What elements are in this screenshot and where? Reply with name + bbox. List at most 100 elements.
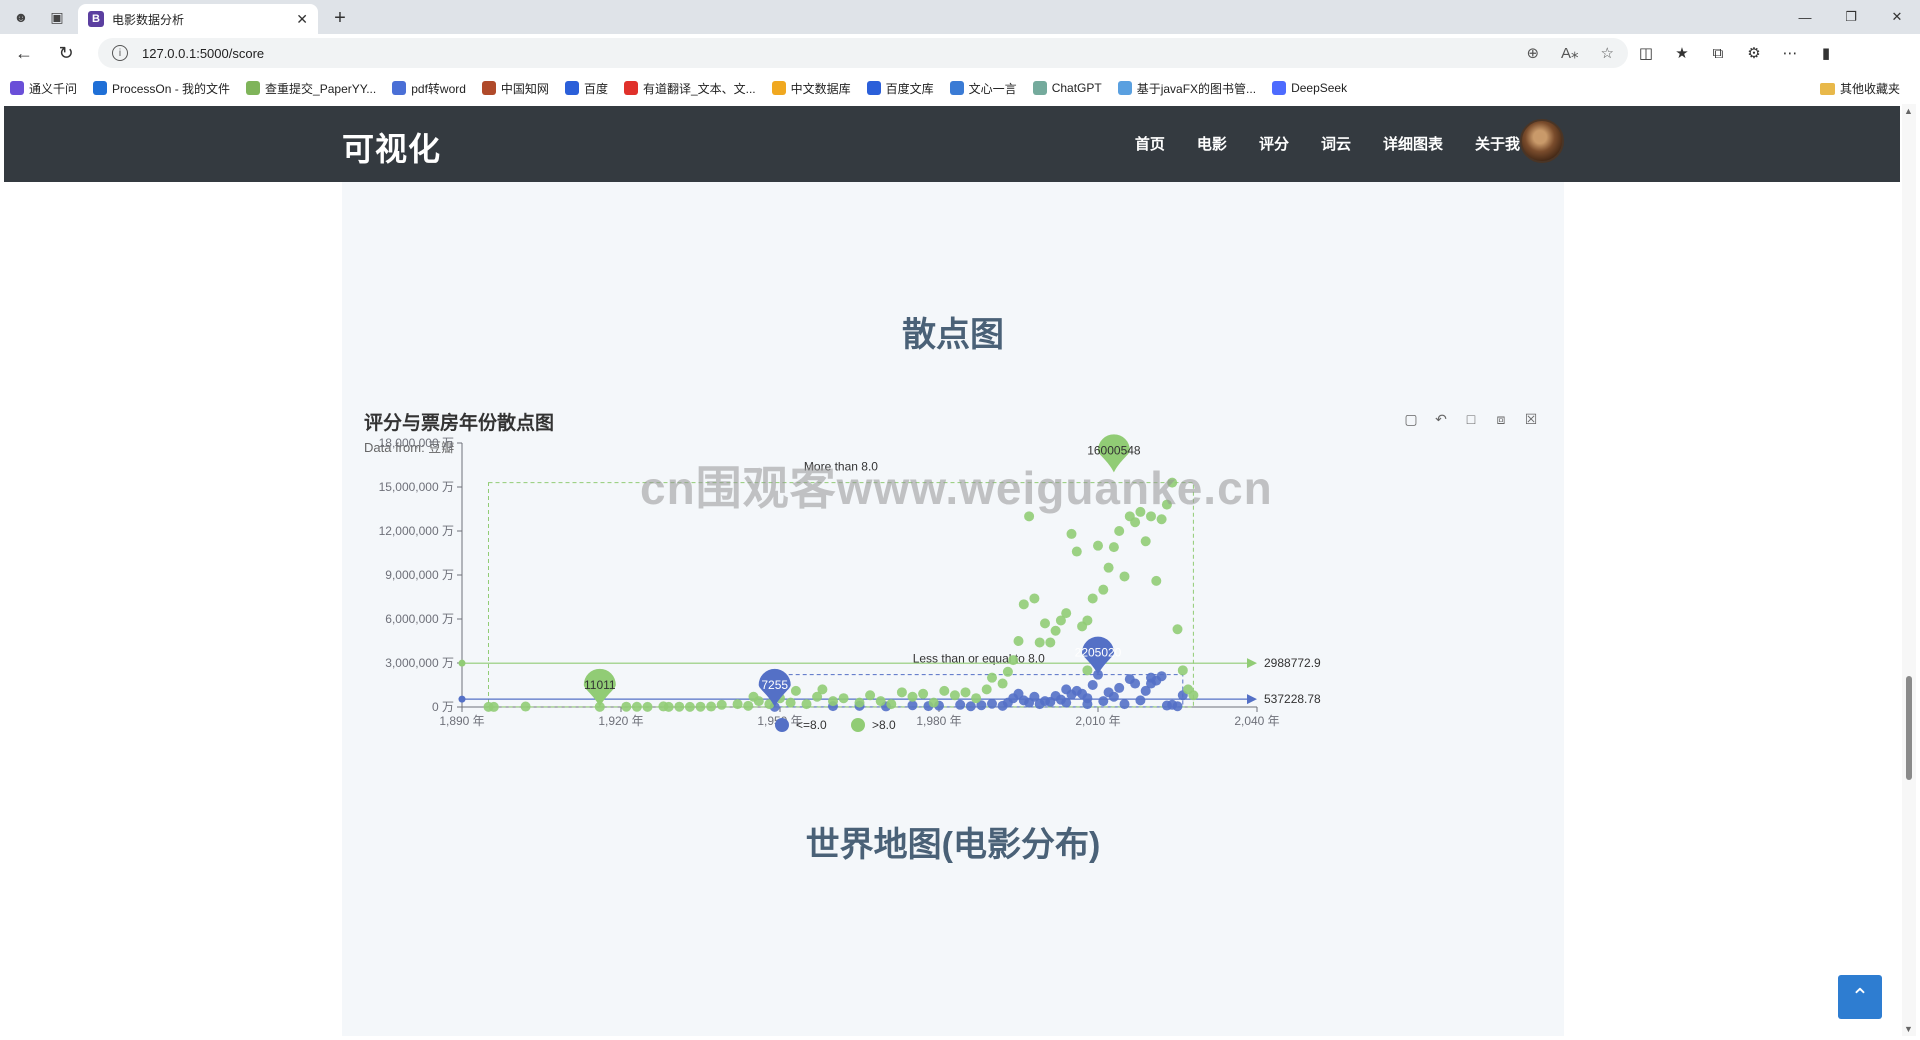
back-to-top-button[interactable]: ⌃ xyxy=(1838,975,1882,1019)
bookmark-icon xyxy=(481,81,496,95)
scatter-point xyxy=(1050,625,1061,636)
markpoint-label: 7255 xyxy=(761,678,788,692)
minimize-button[interactable]: — xyxy=(1782,0,1828,34)
x-tick-label: 1,890 年 xyxy=(439,714,484,728)
bookmark-icon xyxy=(246,81,261,95)
nav-item-charts[interactable]: 详细图表 xyxy=(1383,133,1443,154)
browser-tab-active[interactable]: B 电影数据分析 ✕ xyxy=(78,4,318,34)
scatter-point xyxy=(939,685,950,696)
close-window-button[interactable]: ✕ xyxy=(1874,0,1920,34)
sidebar-toggle-icon[interactable]: ▮ xyxy=(1808,37,1844,69)
x-tick-label: 1,920 年 xyxy=(598,714,643,728)
legend-label: >8.0 xyxy=(872,718,896,732)
x-tick-label: 2,010 年 xyxy=(1075,714,1120,728)
bookmark-icon xyxy=(1117,81,1132,95)
scatter-point xyxy=(949,690,960,701)
bookmark-item[interactable]: pdf转word xyxy=(392,80,466,97)
scatter-point xyxy=(1156,671,1167,682)
other-bookmarks-folder[interactable]: 其他收藏夹 xyxy=(1819,80,1900,97)
nav-item-wordcloud[interactable]: 词云 xyxy=(1321,133,1351,154)
scatter-point xyxy=(955,699,966,710)
bookmark-item[interactable]: ProcessOn - 我的文件 xyxy=(93,80,230,97)
favorites-icon[interactable]: ★ xyxy=(1664,37,1700,69)
bookmark-icon xyxy=(1032,81,1047,95)
bookmark-icon xyxy=(771,81,786,95)
scatter-point xyxy=(987,672,997,683)
scatter-point xyxy=(1045,637,1056,648)
y-tick-label: 12,000,000 万 xyxy=(379,524,454,538)
bookmark-item[interactable]: 基于javaFX的图书管... xyxy=(1117,80,1256,97)
bookmark-item[interactable]: ChatGPT xyxy=(1032,81,1102,95)
markline-arrow-icon xyxy=(1247,658,1257,669)
scatter-point xyxy=(520,701,531,712)
scatter-point xyxy=(790,685,801,696)
scatter-point xyxy=(1119,571,1130,582)
close-tab-icon[interactable]: ✕ xyxy=(296,11,308,28)
scatter-point xyxy=(1008,655,1019,666)
scroll-thumb[interactable] xyxy=(1906,676,1912,780)
bookmark-icon xyxy=(623,81,638,95)
scatter-point xyxy=(865,690,876,701)
markline-label: 537228.78 xyxy=(1264,692,1321,706)
split-screen-icon[interactable]: ◫ xyxy=(1628,37,1664,69)
nav-item-about[interactable]: 关于我 xyxy=(1475,133,1520,154)
site-info-icon[interactable]: i xyxy=(112,45,128,61)
scatter-point xyxy=(1103,562,1114,573)
new-tab-button[interactable]: + xyxy=(326,4,354,32)
bookmark-item[interactable]: 有道翻译_文本、文... xyxy=(623,80,756,97)
y-tick-label: 6,000,000 万 xyxy=(385,612,454,626)
collections-icon[interactable]: ⧉ xyxy=(1700,37,1736,69)
x-tick-label: 1,980 年 xyxy=(916,714,961,728)
bookmark-icon xyxy=(1272,81,1287,95)
bookmark-item[interactable]: 通义千问 xyxy=(10,80,77,97)
avatar[interactable] xyxy=(1520,119,1564,163)
scatter-point xyxy=(1098,696,1109,707)
bookmark-icon xyxy=(10,81,24,95)
scatter-point xyxy=(1172,701,1183,712)
scatter-point xyxy=(1040,618,1050,629)
bookmark-item[interactable]: 查重提交_PaperYY... xyxy=(246,80,376,97)
tab-actions-icon[interactable]: ▣ xyxy=(46,6,68,28)
nav-item-movies[interactable]: 电影 xyxy=(1197,133,1227,154)
scatter-point xyxy=(1093,540,1103,551)
scatter-point xyxy=(1151,575,1162,586)
bookmark-item[interactable]: 文心一言 xyxy=(949,80,1017,97)
restore-button[interactable]: ❐ xyxy=(1828,0,1874,34)
markpoint-label: 2205020 xyxy=(1075,646,1122,660)
url-field[interactable]: i 127.0.0.1:5000/score ⊕ A⁎ ☆ xyxy=(98,38,1628,68)
scroll-up-icon[interactable]: ▲ xyxy=(1904,106,1913,116)
nav-item-score[interactable]: 评分 xyxy=(1259,133,1289,154)
legend-marker xyxy=(775,718,789,732)
bookmark-item[interactable]: DeepSeek xyxy=(1272,81,1347,95)
markline-arrow-icon xyxy=(1247,694,1257,705)
extensions-icon[interactable]: ⚙ xyxy=(1736,37,1772,69)
url-text[interactable]: 127.0.0.1:5000/score xyxy=(142,46,1504,61)
bookmark-item[interactable]: 百度 xyxy=(564,80,608,97)
browser-tab-bar: ☻ ▣ B 电影数据分析 ✕ + — ❐ ✕ xyxy=(0,0,1920,34)
scatter-point xyxy=(1172,624,1183,635)
reload-button[interactable]: ↻ xyxy=(48,37,84,69)
bookmark-item[interactable]: 百度文库 xyxy=(866,80,934,97)
bookmark-item[interactable]: 中国知网 xyxy=(481,80,549,97)
markpoint-label: 11011 xyxy=(584,678,616,692)
scatter-point xyxy=(971,693,982,704)
scatter-point xyxy=(1082,615,1093,626)
scatter-point xyxy=(753,696,764,707)
site-brand[interactable]: 可视化 xyxy=(342,124,441,170)
profile-icon[interactable]: ☻ xyxy=(10,6,32,28)
page-scrollbar[interactable]: ▲ ▼ xyxy=(1902,104,1916,1036)
scroll-down-icon[interactable]: ▼ xyxy=(1904,1024,1913,1034)
read-aloud-icon[interactable]: A⁎ xyxy=(1561,44,1579,62)
favorite-star-icon[interactable]: ☆ xyxy=(1601,44,1614,62)
y-tick-label: 3,000,000 万 xyxy=(385,656,454,670)
bookmark-item[interactable]: 中文数据库 xyxy=(771,80,851,97)
scatter-point xyxy=(1082,693,1093,704)
scatter-point xyxy=(1108,691,1119,702)
more-menu-icon[interactable]: ⋯ xyxy=(1772,37,1808,69)
scatter-point xyxy=(907,691,918,702)
section-title-scatter: 散点图 xyxy=(902,316,1004,354)
nav-item-home[interactable]: 首页 xyxy=(1135,133,1165,154)
scatter-point xyxy=(1140,536,1151,547)
zoom-icon[interactable]: ⊕ xyxy=(1526,44,1539,62)
back-button[interactable]: ← xyxy=(6,37,42,69)
